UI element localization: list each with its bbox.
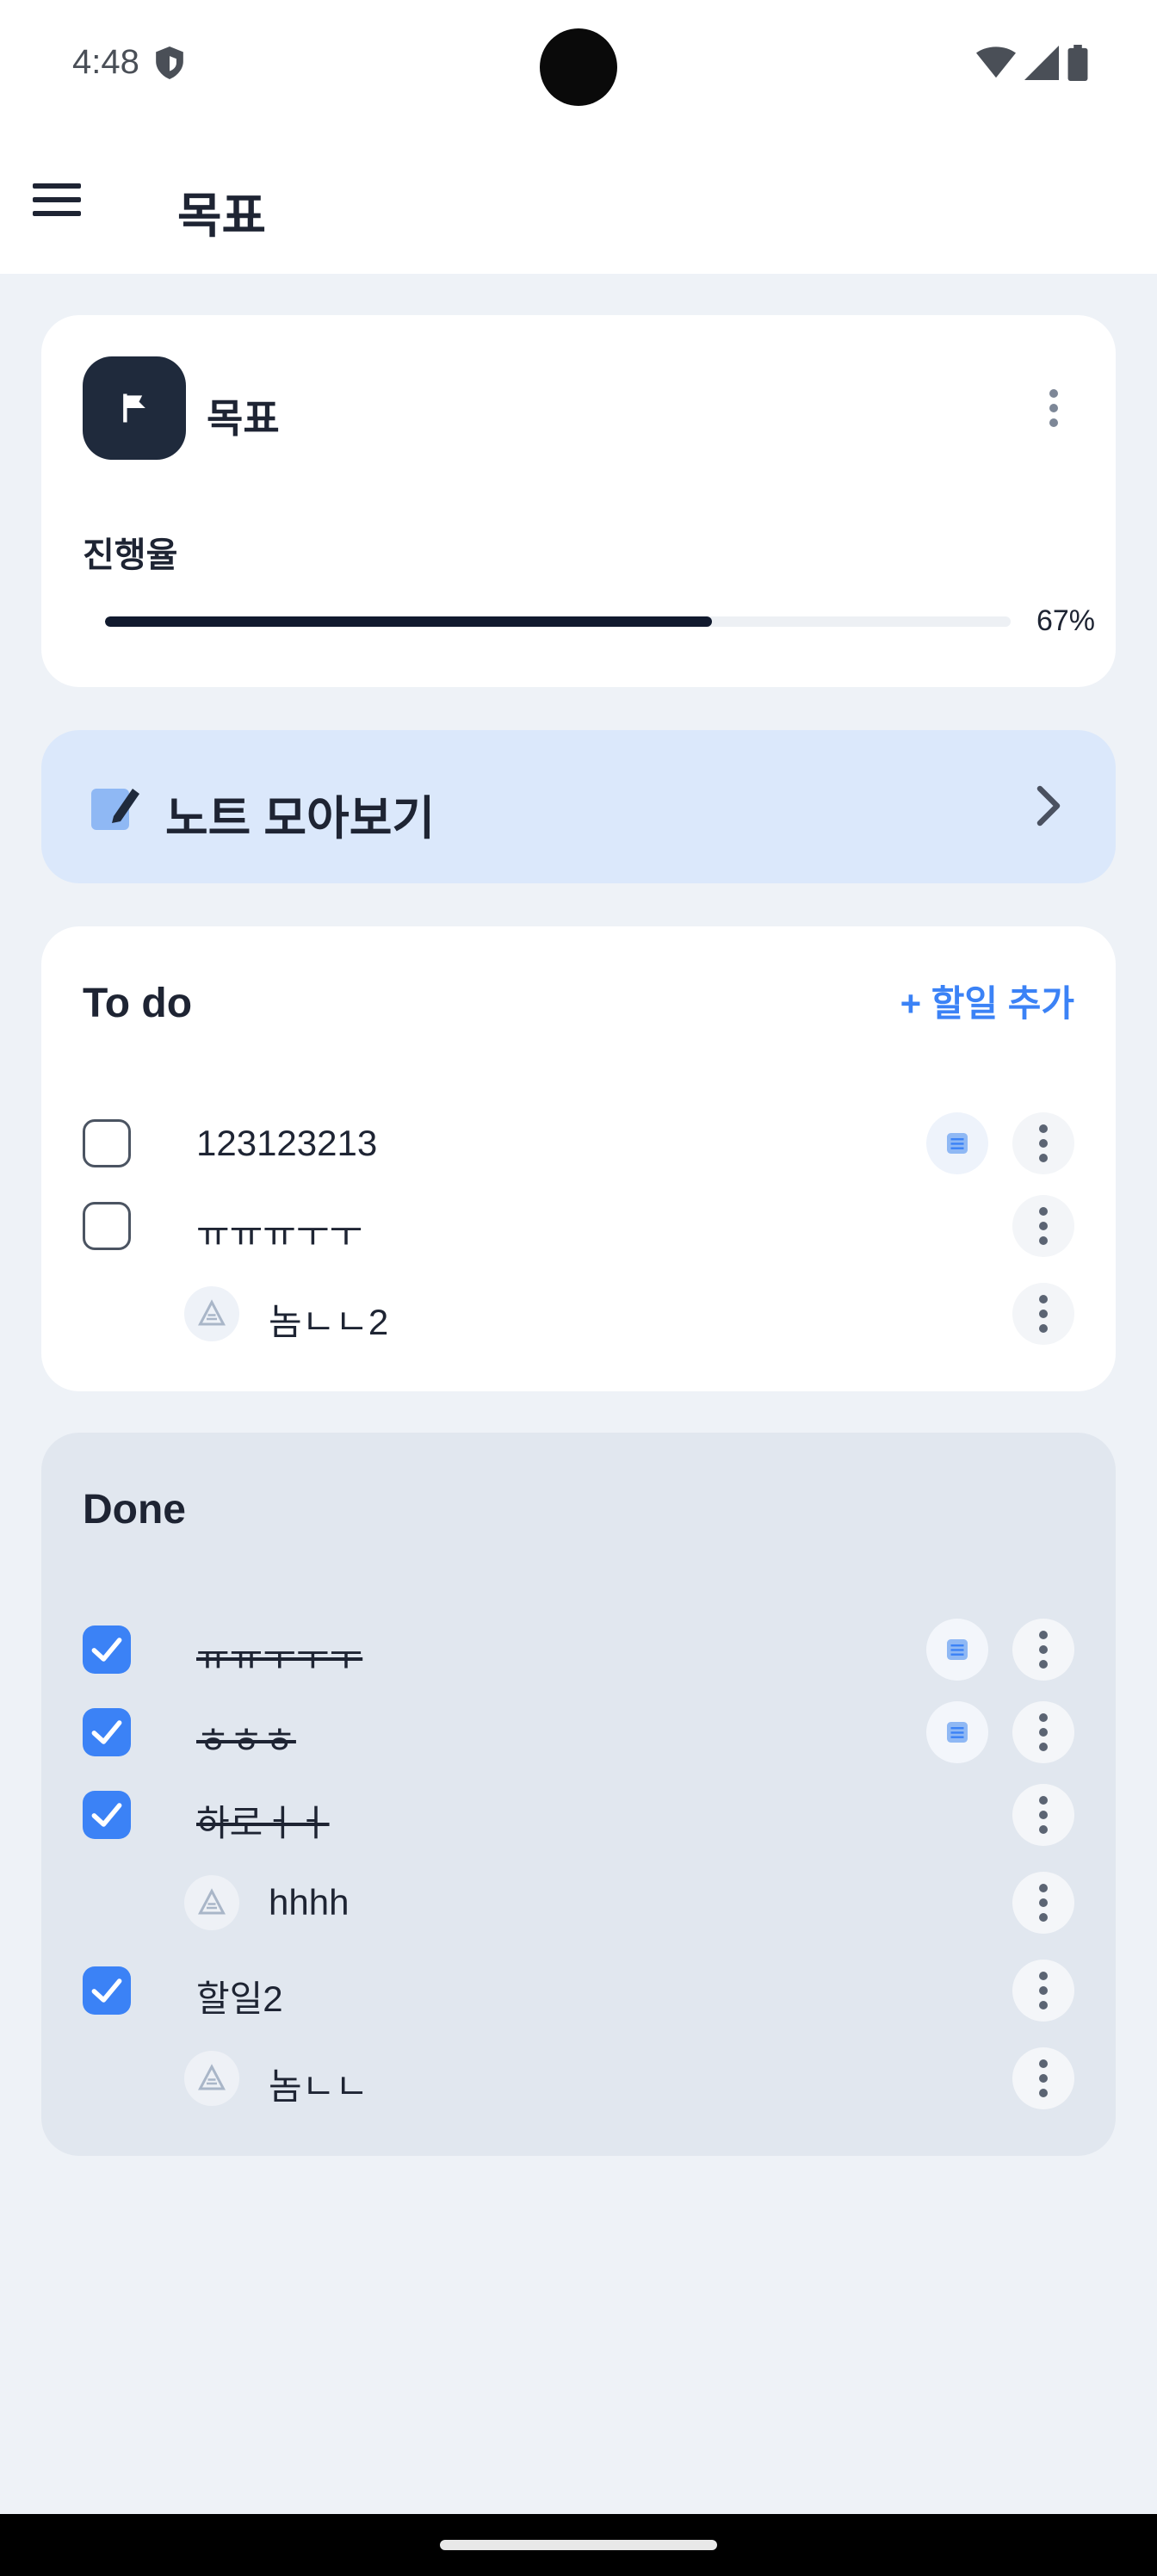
page-title: 목표 <box>177 189 267 243</box>
progress-bar <box>105 616 1011 627</box>
done-item: 할일2 <box>83 1956 1074 2025</box>
todo-subitem: 놈ㄴㄴ2 <box>83 1279 1074 1348</box>
done-checkbox[interactable] <box>83 1966 131 2015</box>
todo-checkbox[interactable] <box>83 1119 131 1167</box>
note-badge-icon[interactable] <box>926 1619 988 1681</box>
status-time: 4:48 <box>72 43 139 81</box>
done-item: 하로ㅓㅓ <box>83 1780 1074 1849</box>
todo-item-text: ㅠㅠㅠㅜㅜ <box>196 1214 363 1254</box>
done-item: ㅠㅠㅜㅜㅜ <box>83 1615 1074 1684</box>
front-camera <box>540 28 617 106</box>
status-icons <box>976 45 1088 81</box>
done-card: Done ㅠㅠㅜㅜㅜ ㅎㅎㅎ 하로ㅓㅓ hhhh 할일2 놈ㄴㄴ <box>41 1433 1116 2156</box>
progress-label: 진행율 <box>83 536 178 574</box>
done-item-text: 하로ㅓㅓ <box>196 1803 330 1843</box>
todo-item-text: 123123213 <box>196 1123 378 1163</box>
todo-item-more-icon[interactable] <box>1012 1112 1074 1174</box>
done-checkbox[interactable] <box>83 1708 131 1756</box>
done-item-more-icon[interactable] <box>1012 1784 1074 1846</box>
app-bar: 목표 <box>0 129 1157 274</box>
todo-checkbox[interactable] <box>83 1202 131 1250</box>
done-item-text: 할일2 <box>196 1978 283 2019</box>
progress-value: 67% <box>1036 604 1095 637</box>
note-badge-icon[interactable] <box>926 1112 988 1174</box>
done-item-more-icon[interactable] <box>1012 1701 1074 1763</box>
done-checkbox[interactable] <box>83 1791 131 1839</box>
todo-card: To do + 할일 추가 123123213 ㅠㅠㅠㅜㅜ 놈ㄴㄴ2 <box>41 926 1116 1391</box>
status-bar: 4:48 <box>0 0 1157 129</box>
subtask-icon <box>184 2051 239 2106</box>
note-pencil-icon <box>91 789 139 830</box>
done-item-text: ㅠㅠㅜㅜㅜ <box>196 1638 363 1678</box>
done-subitem: hhhh <box>83 1868 1074 1937</box>
done-item-more-icon[interactable] <box>1012 1619 1074 1681</box>
subtask-more-icon[interactable] <box>1012 1872 1074 1934</box>
done-section-title: Done <box>83 1487 186 1533</box>
subtask-text: 놈ㄴㄴ2 <box>269 1302 389 1342</box>
done-item: ㅎㅎㅎ <box>83 1698 1074 1767</box>
todo-item: 123123213 <box>83 1109 1074 1178</box>
flag-icon <box>83 356 186 460</box>
subtask-more-icon[interactable] <box>1012 2047 1074 2109</box>
menu-icon[interactable] <box>33 165 102 234</box>
done-item-text: ㅎㅎㅎ <box>196 1720 296 1761</box>
done-subitem: 놈ㄴㄴ <box>83 2044 1074 2113</box>
done-checkbox[interactable] <box>83 1625 131 1674</box>
shield-icon <box>156 46 183 79</box>
wifi-icon <box>976 46 1016 78</box>
chevron-right-icon <box>1036 785 1061 827</box>
home-gesture-handle[interactable] <box>440 2540 717 2550</box>
todo-item-more-icon[interactable] <box>1012 1195 1074 1257</box>
todo-section-title: To do <box>83 981 193 1026</box>
notes-overview-button[interactable]: 노트 모아보기 <box>41 730 1116 883</box>
done-item-more-icon[interactable] <box>1012 1960 1074 2022</box>
note-badge-icon[interactable] <box>926 1701 988 1763</box>
subtask-text: hhhh <box>269 1882 350 1923</box>
goal-more-icon[interactable] <box>1023 377 1085 439</box>
todo-item: ㅠㅠㅠㅜㅜ <box>83 1192 1074 1260</box>
battery-icon <box>1067 45 1088 81</box>
subtask-text: 놈ㄴㄴ <box>269 2066 368 2107</box>
goal-name: 목표 <box>207 396 280 441</box>
cellular-signal-icon <box>1024 46 1059 80</box>
add-todo-button[interactable]: + 할일 추가 <box>900 975 1074 1027</box>
progress-bar-fill <box>105 616 712 627</box>
subtask-icon <box>184 1286 239 1341</box>
subtask-more-icon[interactable] <box>1012 1283 1074 1345</box>
notes-overview-label: 노트 모아보기 <box>165 793 436 845</box>
subtask-icon <box>184 1875 239 1930</box>
goal-card: 목표 진행율 67% <box>41 315 1116 687</box>
